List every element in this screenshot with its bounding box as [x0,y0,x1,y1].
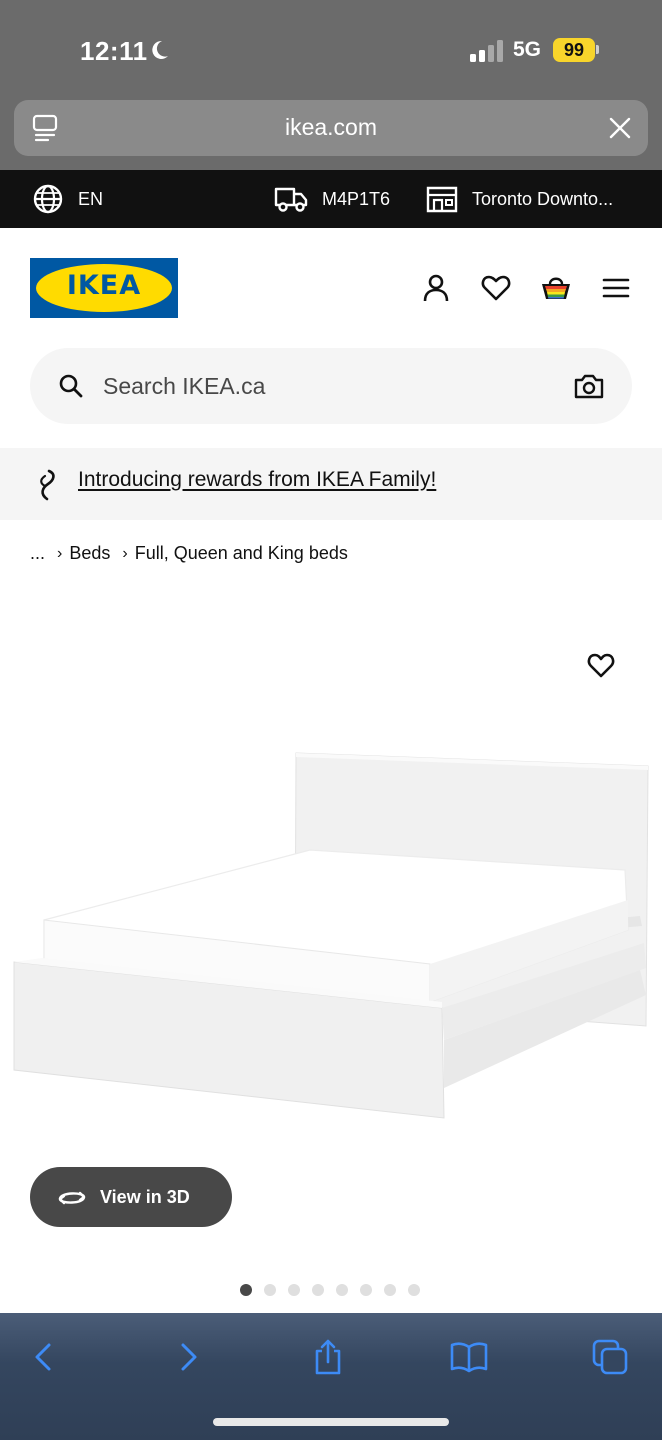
rotate-3d-icon [58,1191,86,1205]
promo-banner: Introducing rewards from IKEA Family! [0,448,662,520]
bed-product-image[interactable] [0,740,662,1140]
share-icon[interactable] [308,1337,348,1377]
bookmarks-icon[interactable] [449,1337,489,1377]
wishlist-heart-icon[interactable] [480,272,512,304]
chevron-right-icon: › [57,544,63,562]
pagination-dot[interactable] [288,1284,300,1296]
ikea-family-icon [40,469,55,501]
utility-bar: EN M4P1T6 Toronto Downto... [0,170,662,228]
menu-icon[interactable] [600,272,632,304]
favourite-heart-icon[interactable] [586,651,616,679]
breadcrumb: ... › Beds › Full, Queen and King beds [30,543,348,564]
breadcrumb-ellipsis[interactable]: ... [30,543,45,564]
breadcrumb-item-beds[interactable]: Beds [69,543,110,564]
battery-tip [596,45,599,54]
search-input[interactable]: Search IKEA.ca [30,348,632,424]
store-selector[interactable]: Toronto Downto... [426,170,613,228]
shopping-bag-icon[interactable] [540,272,572,304]
close-icon[interactable] [608,116,632,140]
moon-icon [152,40,168,59]
search-placeholder: Search IKEA.ca [103,373,266,399]
pagination-dot[interactable] [312,1284,324,1296]
view-in-3d-button[interactable]: View in 3D [30,1167,232,1227]
breadcrumb-item-full-queen-king-beds[interactable]: Full, Queen and King beds [135,543,348,564]
promo-link[interactable]: Introducing rewards from IKEA Family! [78,468,436,492]
view-in-3d-label: View in 3D [100,1186,190,1207]
battery-indicator: 99 [553,38,595,62]
network-label: 5G [513,38,542,61]
pagination-dot[interactable] [264,1284,276,1296]
url-bar[interactable]: ikea.com [14,100,648,156]
forward-icon[interactable] [168,1337,208,1377]
pagination-dot[interactable] [360,1284,372,1296]
store-icon [426,186,458,213]
language-selector[interactable]: EN [32,170,103,228]
logo-text: IKEA [66,270,142,301]
search-icon [59,374,83,398]
chevron-right-icon: › [122,544,128,562]
pagination-dot[interactable] [408,1284,420,1296]
back-icon[interactable] [24,1337,64,1377]
pagination-dot[interactable] [336,1284,348,1296]
globe-icon [33,184,63,214]
ikea-logo[interactable]: IKEA [30,258,178,318]
image-pagination [240,1284,420,1296]
status-bar: 12:11 5G 99 ikea.com [0,0,662,170]
postal-code-label: M4P1T6 [322,188,391,209]
tabs-icon[interactable] [590,1337,630,1377]
delivery-postal-code[interactable]: M4P1T6 [274,170,390,228]
pagination-dot[interactable] [384,1284,396,1296]
camera-search-icon[interactable] [574,373,604,399]
home-indicator [213,1418,449,1426]
account-icon[interactable] [420,272,452,304]
signal-icon [470,40,503,62]
url-text[interactable]: ikea.com [14,114,648,141]
language-label: EN [78,188,104,209]
browser-toolbar [0,1313,662,1440]
status-time: 12:11 [80,36,148,66]
truck-icon [274,187,308,212]
store-label: Toronto Downto... [472,188,614,209]
pagination-dot[interactable] [240,1284,252,1296]
